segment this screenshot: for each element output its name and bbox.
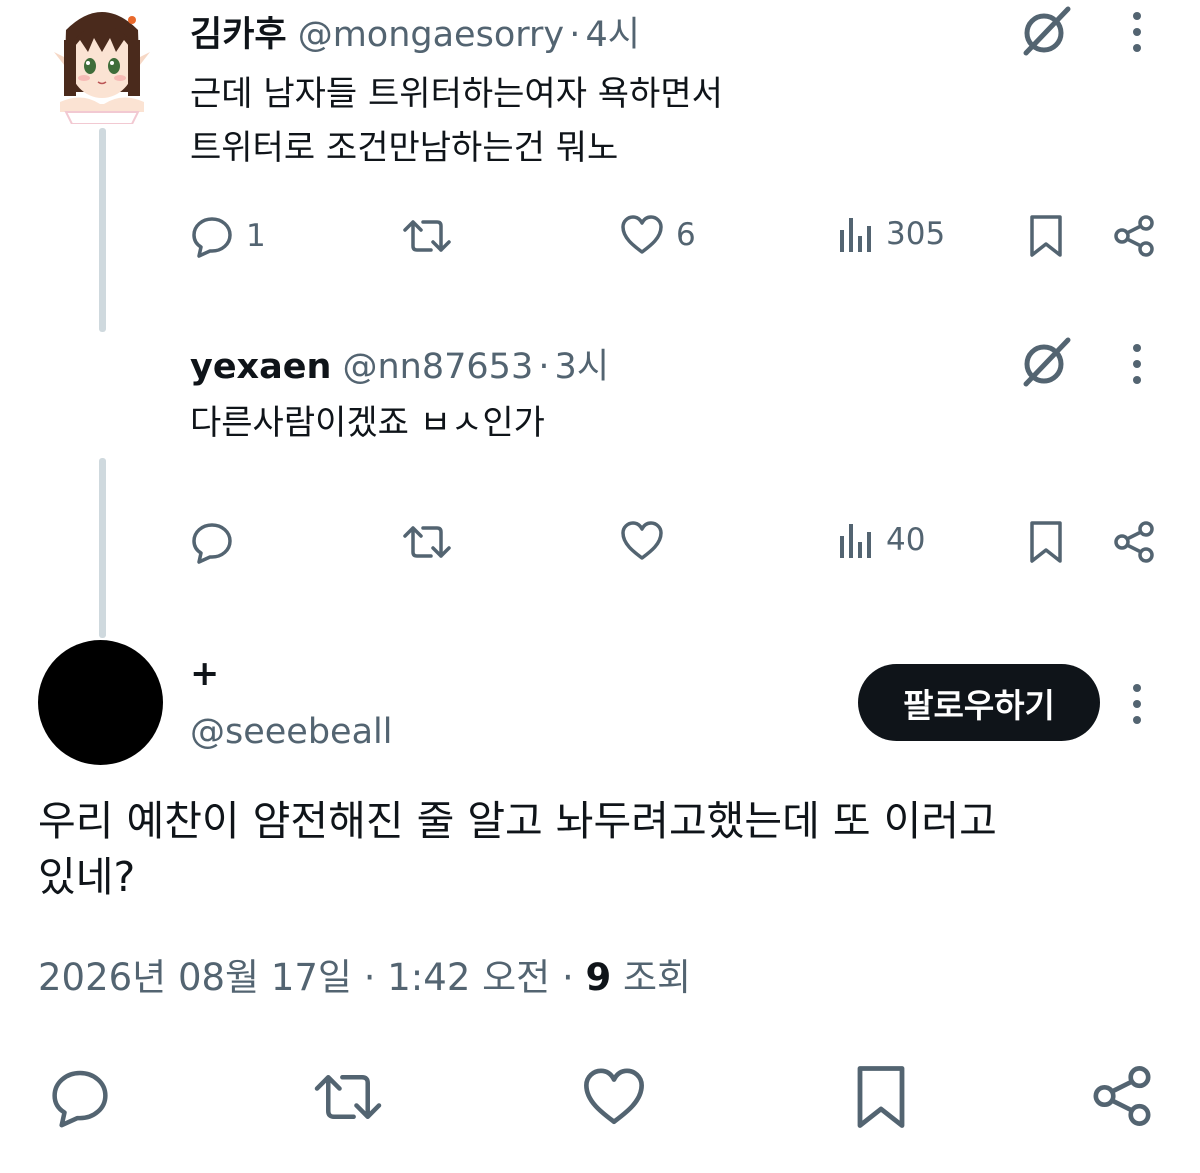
share-icon — [1114, 521, 1154, 563]
share-button[interactable] — [1090, 1064, 1154, 1128]
bookmark-icon — [1030, 215, 1062, 257]
view-count: 305 — [886, 216, 946, 252]
retweet-icon — [314, 1075, 382, 1119]
avatar[interactable] — [38, 640, 163, 765]
post-text-line: 트위터로 조건만남하는건 뭐노 — [190, 128, 619, 168]
post-text: 다른사람이겠죠 ㅂㅅ인가 — [190, 403, 545, 443]
share-button[interactable] — [1112, 520, 1156, 564]
reply-button[interactable] — [48, 1066, 112, 1128]
bookmark-icon — [1030, 521, 1062, 563]
retweet-icon — [403, 526, 451, 558]
like-icon — [621, 521, 663, 560]
like-icon — [621, 215, 663, 254]
retweet-button[interactable] — [403, 214, 451, 258]
retweet-button[interactable] — [312, 1066, 384, 1128]
bookmark-icon — [857, 1066, 905, 1128]
author-handle[interactable]: @seeebeall — [190, 712, 392, 752]
view-count: 40 — [886, 522, 926, 558]
author-name[interactable]: + — [190, 654, 219, 694]
author-name[interactable]: 김카후 — [190, 15, 287, 55]
author-handle[interactable]: @mongaesorry — [298, 15, 564, 55]
post-text-line: 근데 남자들 트위터하는여자 욕하면서 — [190, 74, 723, 114]
like-button[interactable]: 6 — [620, 214, 696, 256]
separator-dot: · — [363, 956, 376, 999]
author-name[interactable]: yexaen — [190, 347, 331, 387]
post-date[interactable]: 2026년 08월 17일 — [38, 956, 352, 999]
retweet-icon — [403, 220, 451, 252]
grok-icon[interactable] — [1018, 5, 1074, 61]
like-button[interactable] — [620, 520, 664, 562]
like-icon — [584, 1068, 644, 1125]
reply-button[interactable]: 1 — [190, 214, 266, 258]
author-handle[interactable]: @nn87653 — [343, 347, 534, 387]
reply-icon — [192, 523, 232, 564]
bookmark-button[interactable] — [854, 1064, 908, 1130]
views-button[interactable]: 40 — [838, 520, 925, 560]
follow-button[interactable]: 팔로우하기 — [858, 664, 1100, 741]
bookmark-button[interactable] — [1028, 214, 1064, 258]
post-meta: 2026년 08월 17일 · 1:42 오전 · 9 조회 — [38, 947, 691, 1001]
reply-count: 1 — [246, 218, 266, 254]
more-icon[interactable] — [1132, 344, 1142, 384]
like-count: 6 — [676, 217, 696, 253]
view-label[interactable]: 조회 — [623, 956, 691, 999]
views-button[interactable]: 305 — [838, 214, 945, 254]
more-icon[interactable] — [1132, 12, 1142, 52]
view-count: 9 — [585, 956, 612, 999]
avatar[interactable] — [52, 0, 152, 125]
share-icon — [1093, 1066, 1151, 1126]
thread-line-1 — [99, 128, 106, 332]
post-clock[interactable]: 1:42 오전 — [387, 956, 550, 999]
thread-line-2 — [99, 458, 106, 638]
retweet-button[interactable] — [403, 520, 451, 564]
share-button[interactable] — [1112, 214, 1156, 258]
bookmark-button[interactable] — [1028, 520, 1064, 564]
separator-dot: · — [538, 347, 550, 387]
views-icon — [840, 524, 871, 558]
reply-icon — [52, 1070, 108, 1128]
separator-dot: · — [561, 956, 574, 999]
separator-dot: · — [569, 15, 581, 55]
grok-icon[interactable] — [1018, 336, 1074, 392]
share-icon — [1114, 215, 1154, 257]
views-icon — [840, 218, 871, 252]
reply-icon — [192, 217, 232, 258]
post-text-line: 있네? — [38, 853, 136, 901]
post-time[interactable]: 4시 — [585, 15, 639, 55]
reply-button[interactable] — [190, 520, 234, 564]
like-button[interactable] — [582, 1066, 646, 1128]
post-time[interactable]: 3시 — [555, 347, 609, 387]
more-icon[interactable] — [1132, 684, 1142, 724]
post-text-line: 우리 예찬이 얌전해진 줄 알고 놔두려고했는데 또 이러고 — [38, 797, 997, 845]
